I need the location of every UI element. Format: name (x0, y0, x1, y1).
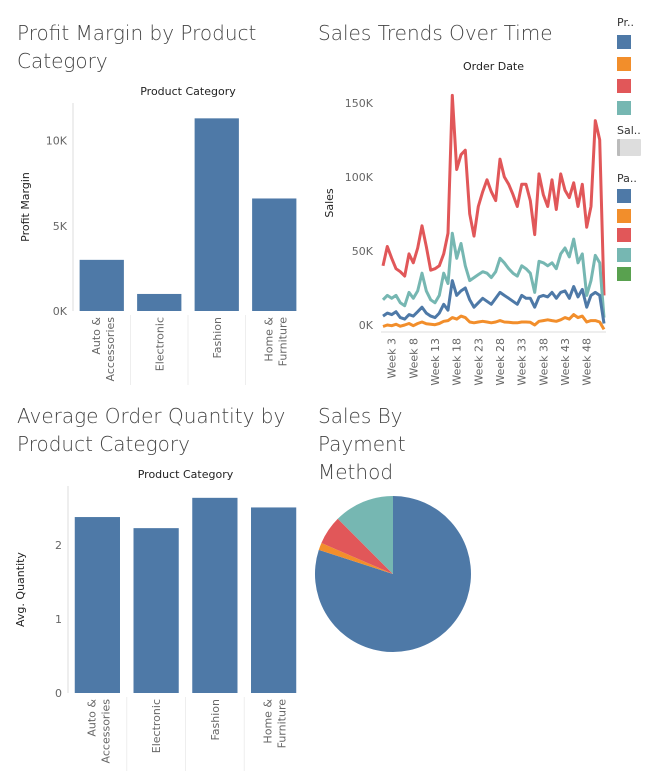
payment-legend-header: Pa.. (617, 172, 637, 185)
legend-swatch[interactable] (617, 101, 631, 115)
legend-swatch[interactable] (617, 189, 631, 203)
sales-xtick-label: Week 8 (407, 338, 420, 379)
profit-ytick-label: 5K (53, 220, 68, 233)
payment-pie-slice (318, 543, 393, 574)
sales-xtick-label: Week 28 (494, 338, 507, 386)
product-legend-header: Pr.. (617, 16, 634, 29)
sales-ytick-label: 50K (352, 245, 374, 258)
sales-series-line (382, 313, 606, 331)
qty-ytick-label: 0 (55, 687, 62, 700)
profit-bar (194, 118, 239, 311)
payment-pie-slice (337, 495, 393, 574)
legend-swatch[interactable] (617, 79, 631, 93)
legend-swatch[interactable] (617, 57, 631, 71)
payment-pie-slice (314, 496, 471, 652)
sales-xtick-label: Week 18 (451, 338, 464, 386)
qty-chart-title: Average Order Quantity by Product Catego… (17, 404, 286, 456)
legend-swatch[interactable] (617, 208, 631, 223)
profit-margin-chart: Product Category0K5K10KProfit MarginAuto… (14, 60, 606, 771)
payment-pie-slice (321, 518, 393, 574)
sales-ytick-label: 0K (359, 319, 374, 332)
profit-y-axis-label: Profit Margin (19, 172, 32, 242)
sales-xtick-label: Week 23 (472, 338, 485, 386)
profit-category-label: Auto &Accessories (90, 317, 117, 382)
qty-bar (74, 517, 120, 693)
sales-column-header: Order Date (463, 60, 524, 73)
sales-xtick-label: Week 38 (537, 338, 550, 386)
sales-y-axis-label: Sales (323, 188, 336, 218)
payment-chart-title: Sales By Payment Method (318, 404, 406, 484)
profit-category-label: Home &Furniture (262, 317, 289, 367)
qty-ytick-label: 1 (55, 613, 62, 626)
qty-category-label: Fashion (209, 699, 222, 741)
profit-category-label: Electronic (153, 317, 166, 371)
sales-size-slider[interactable] (617, 139, 641, 156)
sales-xtick-label: Week 48 (581, 338, 594, 386)
profit-bar (137, 293, 182, 311)
qty-y-axis-label: Avg. Quantity (14, 552, 27, 627)
profit-ytick-label: 0K (53, 305, 68, 318)
profit-chart-title: Profit Margin by Product Category (17, 21, 257, 73)
sales-ytick-label: 150K (345, 97, 374, 110)
qty-bar (251, 507, 297, 693)
profit-category-label: Fashion (211, 317, 224, 359)
sales-xtick-label: Week 33 (516, 338, 529, 386)
profit-bar (252, 198, 297, 311)
legend-swatch[interactable] (617, 267, 631, 281)
profit-ytick-label: 10K (46, 135, 68, 148)
qty-category-label: Auto &Accessories (85, 699, 112, 764)
profit-column-header: Product Category (140, 85, 236, 98)
qty-ytick-label: 2 (55, 539, 62, 552)
legend-swatch[interactable] (617, 35, 631, 49)
sales-series-line (382, 279, 606, 324)
qty-bar (133, 528, 179, 693)
profit-bar (79, 259, 124, 311)
sales-xtick-label: Week 13 (429, 338, 442, 386)
sales-chart-title: Sales Trends Over Time (318, 21, 553, 45)
qty-category-label: Electronic (150, 699, 163, 753)
sales-ytick-label: 100K (345, 171, 374, 184)
sales-series-line (381, 231, 606, 318)
legend-swatch[interactable] (617, 228, 631, 242)
sales-xtick-label: Week 3 (386, 338, 399, 379)
sales-xtick-label: Week 43 (559, 338, 572, 386)
sales-series-line (381, 93, 606, 296)
qty-category-label: Home &Furniture (262, 699, 289, 749)
sales-legend-header: Sal.. (617, 124, 641, 137)
legend-swatch[interactable] (617, 247, 631, 262)
qty-bar (192, 497, 238, 693)
qty-column-header: Product Category (138, 468, 234, 481)
